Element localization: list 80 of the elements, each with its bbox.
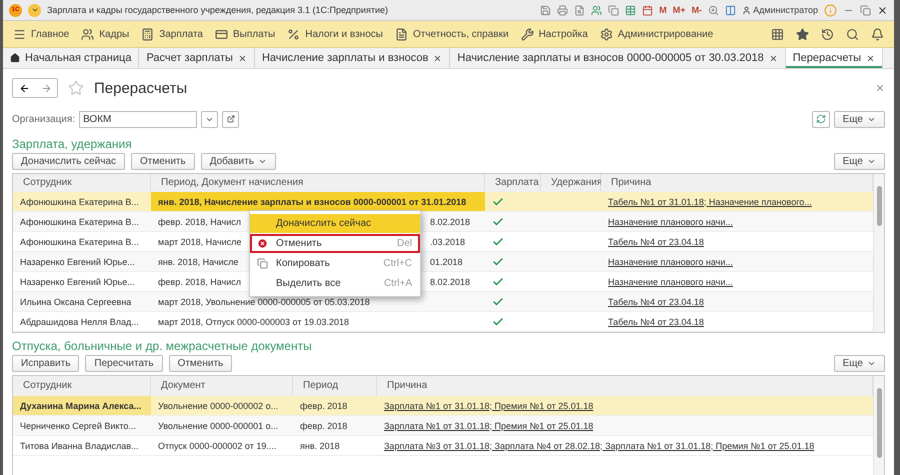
table-cell-text: янв. 2018, Начисле [158,256,240,266]
section-menu-item[interactable]: Выплаты [215,28,276,40]
tab[interactable]: Начальная страница [3,48,140,68]
table-cell: февр. 2018, Начисл [158,216,242,226]
section-menu-item[interactable]: Администрирование [600,28,714,40]
table-cell: март 2018, Начисле [158,236,242,246]
reason-link[interactable]: Назначение планового начи... [608,276,733,286]
menu-item[interactable]: Копировать Ctrl+C [250,254,420,273]
memory-button[interactable]: M [659,5,667,15]
table-cell: март 2018, Увольнение 0000-000005 от 05.03.2018 [158,296,370,306]
toolbar-button[interactable]: Добавить [200,152,276,170]
toolbar-button[interactable]: Доначислить сейчас [12,152,126,170]
table-cell: Афонюшкина Екатерина В... [20,216,139,226]
reason-link[interactable]: Табель №4 от 23.04.18 [608,296,704,306]
table-cell: Абдрашидова Нелля Влад... [20,316,139,326]
menu-item-label: Доначислить сейчас [276,218,372,229]
menu-item-label: Выделить все [276,278,342,289]
table-cell: Увольнение 0000-000002 о... [158,400,278,410]
table-cell: 8.02.2018 [430,216,470,226]
section-menu-item[interactable]: Отчетность, справки [394,28,509,40]
menu-item[interactable]: Отменить Del [250,234,420,253]
menu-item-label: Отменить [276,238,323,249]
table-cell: март 2018, Отпуск 0000-000003 от 19.03.2018 [158,316,350,326]
window-title: Зарплата и кадры государственного учреждения, редакция 3.1 (1С:Предприятие) [47,5,389,15]
table-cell: Духанина Марина Алекса... [20,400,142,410]
shortcut-label: Del [396,238,412,249]
tab[interactable]: Перерасчеты [786,48,884,68]
memory-button[interactable]: M+ [672,5,686,15]
reason-link[interactable]: Зарплата №3 от 31.01.18; Зарплата №4 от 28.02.18; Зарплата №1 от 31.01.18; Премия №1 от 25.01.18 [384,440,814,450]
table-cell: февр. 2018 [300,420,348,430]
section-title: Зарплата, удержания [12,137,133,151]
menu-item[interactable]: Доначислить сейчас [250,214,420,233]
more-button[interactable]: Еще [834,110,885,128]
table-cell: 8.02.2018 [430,276,470,286]
table-cell: янв. 2018, Начисление зарплаты и взносов 0000-000001 от 31.01.2018 [158,196,466,206]
table-cell: Назаренко Евгений Юрье... [20,276,135,286]
reason-link[interactable]: Назначение планового начи... [608,216,733,226]
menu-item-label: Копировать [276,258,331,269]
section-menu-item[interactable]: Главное [13,28,70,40]
reason-link[interactable]: Табель №4 от 23.04.18 [608,316,704,326]
toolbar-button[interactable]: Исправить [12,354,80,372]
reason-link[interactable]: Зарплата №1 от 31.01.18; Премия №1 от 25.01.18 [384,420,594,430]
reason-link[interactable]: Табель №4 от 23.04.18 [608,236,704,246]
page-title: Перерасчеты [94,80,188,96]
table-cell: .03.2018 [430,236,466,246]
toolbar-button[interactable]: Отменить [131,152,195,170]
more-button[interactable]: Еще [834,354,885,372]
field-label: Организация: [12,114,76,124]
tab[interactable]: Начисление зарплаты и взносов [254,48,450,68]
table-cell: Увольнение 0000-000001 о... [158,420,278,430]
table-cell: февр. 2018 [300,400,348,410]
table-cell: Титова Иванна Владислав... [20,440,139,450]
table-cell: Отпуск 0000-000002 от 19.... [158,440,276,450]
table-cell: Афонюшкина Екатерина В... [20,196,139,206]
section-menu-item[interactable]: Настройка [520,28,588,40]
table-cell: Назаренко Евгений Юрье... [20,256,135,266]
table-cell: Черниченко Сергей Викто... [20,420,136,430]
section-menu-item[interactable]: Кадры [81,28,130,40]
table-cell: янв. 2018 [300,440,340,450]
reason-link[interactable]: Назначение планового начи... [608,256,733,266]
toolbar-button[interactable]: Пересчитать [85,354,163,372]
table-cell: февр. 2018, Начисл [158,276,242,286]
reason-link[interactable]: Табель №1 от 31.01.18; Назначение планового... [608,196,812,206]
table-cell: 01.2018 [430,256,463,266]
user-label[interactable]: Администратор [742,5,818,15]
table-cell: Ильина Оксана Сергеевна [20,296,132,306]
section-menu-item[interactable]: Налоги и взносы [287,28,383,40]
menu-item[interactable]: Выделить все Ctrl+A [250,274,420,293]
column-header[interactable]: Причина [601,174,873,191]
organization-field[interactable]: ВОКМ [79,110,198,128]
more-button[interactable]: Еще [834,152,885,170]
reason-link[interactable]: Зарплата №1 от 31.01.18; Премия №1 от 25.01.18 [384,400,594,410]
memory-button[interactable]: M- [692,5,702,15]
section-title: Отпуска, больничные и др. межрасчетные документы [12,339,313,353]
section-menu-item[interactable]: Зарплата [141,28,203,40]
shortcut-label: Ctrl+C [383,258,412,269]
table-cell: Афонюшкина Екатерина В... [20,236,139,246]
shortcut-label: Ctrl+A [384,278,412,289]
tab[interactable]: Расчет зарплаты [139,48,255,68]
toolbar-button[interactable]: Отменить [168,354,232,372]
